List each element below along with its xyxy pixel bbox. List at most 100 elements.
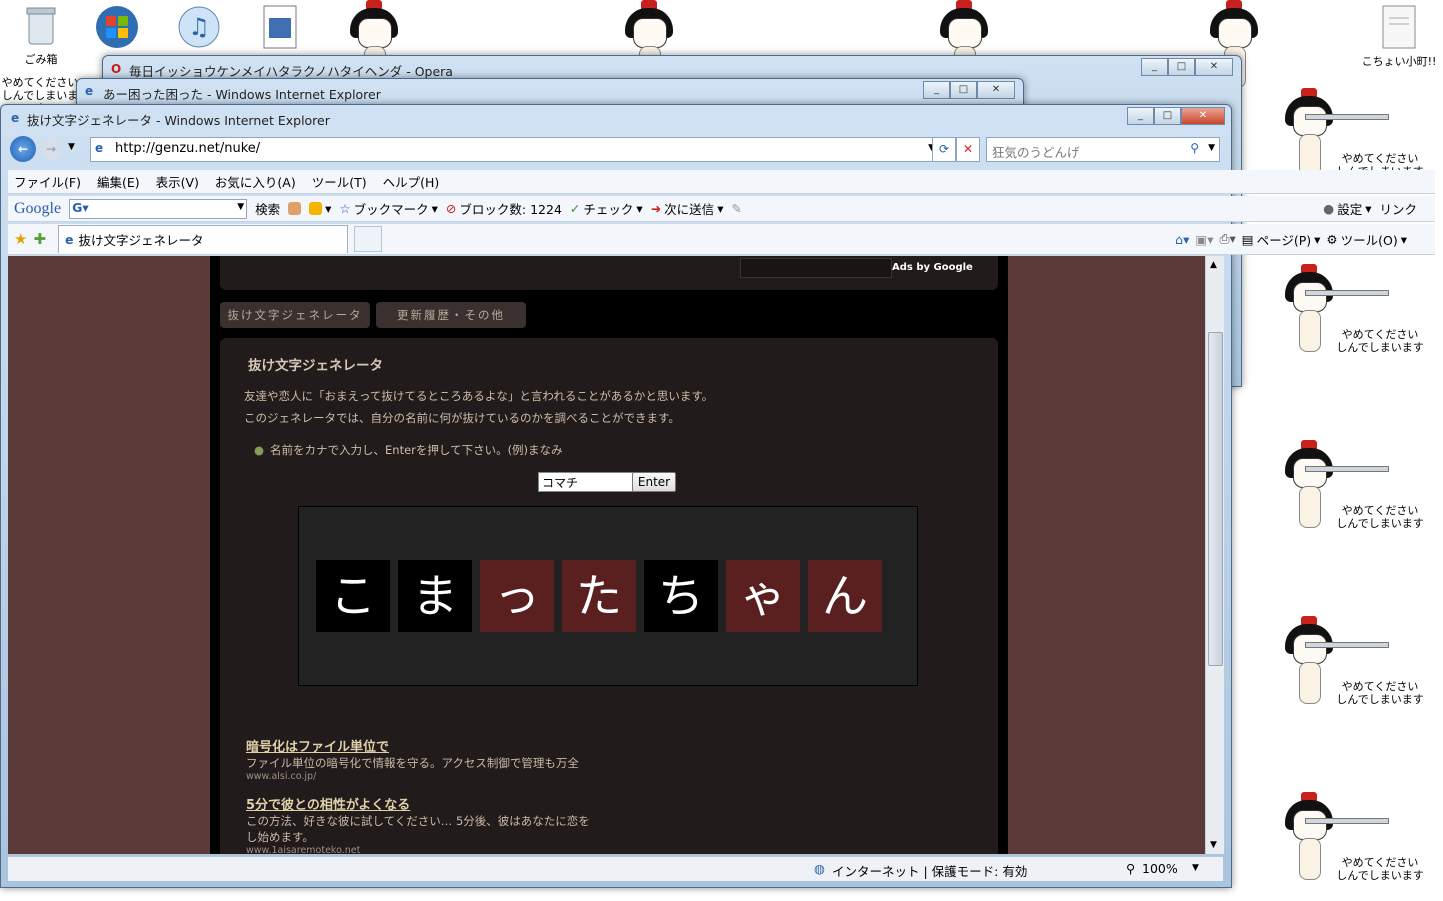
tab-label: 抜け文字ジェネレータ bbox=[78, 233, 204, 248]
menu-file[interactable]: ファイル(F) bbox=[14, 172, 81, 191]
search-box[interactable]: 狂気のうどんげ ⚲ ▼ bbox=[986, 137, 1220, 162]
chevron-down-icon[interactable]: ▼ bbox=[1192, 863, 1199, 873]
recycle-bin-icon[interactable]: ごみ箱 bbox=[14, 4, 68, 67]
close-button[interactable]: ✕ bbox=[977, 81, 1015, 99]
maximize-button[interactable]: □ bbox=[1154, 107, 1181, 125]
address-bar[interactable]: e http://genzu.net/nuke/ ▼ bbox=[90, 137, 940, 162]
new-tab-button[interactable] bbox=[354, 226, 383, 252]
name-input[interactable] bbox=[538, 472, 634, 492]
settings-button[interactable]: ● 設定 ▾ bbox=[1323, 199, 1371, 218]
send-label: 次に送信 bbox=[664, 202, 715, 217]
blocked-label: ブロック数: 1224 bbox=[459, 202, 562, 217]
scroll-thumb[interactable] bbox=[1208, 332, 1223, 666]
minimize-button[interactable]: _ bbox=[1127, 107, 1154, 125]
spellcheck-button[interactable]: ✓ チェック ▾ bbox=[570, 199, 643, 218]
refresh-button[interactable]: ⟳ bbox=[932, 137, 956, 162]
address-url: http://genzu.net/nuke/ bbox=[115, 141, 261, 156]
chevron-down-icon[interactable]: ▼ bbox=[68, 142, 75, 152]
google-apps-button[interactable]: ▾ bbox=[309, 201, 331, 216]
bookmark-button[interactable]: ☆ ブックマーク ▾ bbox=[339, 199, 438, 218]
menu-bar: ファイル(F) 編集(E) 表示(V) お気に入り(A) ツール(T) ヘルプ(… bbox=[8, 170, 1435, 194]
page-icon: e bbox=[95, 141, 104, 155]
security-zone: インターネット | 保護モード: 有効 bbox=[832, 864, 1028, 879]
ie-main-window-title: 抜け文字ジェネレータ - Windows Internet Explorer bbox=[27, 113, 330, 128]
maximize-button[interactable]: □ bbox=[1168, 58, 1195, 76]
forward-button[interactable]: → bbox=[40, 138, 62, 160]
close-button[interactable]: ✕ bbox=[1181, 107, 1225, 125]
nav-history[interactable]: 更新履歴・その他 bbox=[376, 302, 526, 328]
tools-menu-button[interactable]: ⚙ ツール(O) ▾ bbox=[1326, 230, 1407, 249]
links-button[interactable]: リンク bbox=[1379, 199, 1417, 218]
music-player-icon[interactable]: ♫ bbox=[176, 4, 222, 53]
popup-block-icon: ⊘ bbox=[445, 201, 457, 216]
ad-item[interactable]: 5分で彼との相性がよくなる この方法、好きな彼に試してください… 5分後、彼はあ… bbox=[246, 794, 590, 854]
stop-button[interactable]: ✕ bbox=[956, 137, 980, 162]
back-button[interactable]: ← bbox=[10, 136, 36, 162]
menu-tools[interactable]: ツール(T) bbox=[312, 172, 367, 191]
ads-by-google[interactable]: Ads by Google bbox=[892, 262, 973, 273]
scroll-up-arrow[interactable]: ▲ bbox=[1210, 260, 1217, 270]
minimize-button[interactable]: _ bbox=[1141, 58, 1168, 76]
menu-view[interactable]: 表示(V) bbox=[156, 172, 199, 191]
google-g-icon: G▾ bbox=[72, 199, 89, 215]
close-button[interactable]: ✕ bbox=[1195, 58, 1233, 76]
tab-current[interactable]: e 抜け文字ジェネレータ bbox=[58, 225, 349, 253]
minimize-button[interactable]: _ bbox=[923, 81, 950, 99]
menu-favorites[interactable]: お気に入り(A) bbox=[215, 172, 296, 191]
zoom-icon[interactable]: ⚲ bbox=[1126, 861, 1135, 876]
chevron-down-icon[interactable]: ▼ bbox=[1208, 143, 1215, 153]
text-file-icon[interactable]: こちょい小町!! bbox=[1360, 4, 1438, 69]
search-placeholder: 狂気のうどんげ bbox=[992, 145, 1080, 160]
highlight-button[interactable] bbox=[288, 202, 302, 215]
page-menu-button[interactable]: ▤ ページ(P) ▾ bbox=[1242, 230, 1321, 249]
search-icon[interactable]: ⚲ bbox=[1190, 141, 1199, 155]
scroll-down-arrow[interactable]: ▼ bbox=[1210, 840, 1217, 850]
home-icon[interactable]: ⌂▾ bbox=[1175, 232, 1189, 247]
wallpaper-caption: やめてくださいしんでしまいます bbox=[1336, 328, 1424, 354]
pen-icon[interactable]: ✎ bbox=[731, 201, 741, 216]
menu-help[interactable]: ヘルプ(H) bbox=[383, 172, 440, 191]
send-to-button[interactable]: ➜ 次に送信 ▾ bbox=[651, 199, 724, 218]
start-orb-icon[interactable] bbox=[94, 4, 140, 53]
result-tile: っ bbox=[480, 560, 554, 632]
blocked-count[interactable]: ⊘ ブロック数: 1224 bbox=[446, 199, 562, 218]
google-logo: Google bbox=[14, 199, 62, 217]
result-tile: ゃ bbox=[726, 560, 800, 632]
ie-back-window-title: あー困った困った - Windows Internet Explorer bbox=[103, 87, 381, 102]
google-toolbar: Google G▾ ▼ 検索 ▾ ☆ ブックマーク ▾ ⊘ ブロック数: 1224 ✓… bbox=[8, 196, 1435, 222]
address-row: ← → ▼ e http://genzu.net/nuke/ ▼ ⟳ ✕ 狂気の… bbox=[8, 134, 1223, 166]
zoom-level[interactable]: 100% bbox=[1142, 861, 1178, 876]
chevron-down-icon[interactable]: ▼ bbox=[237, 202, 244, 212]
wallpaper-caption: やめてくださいしんでしまいます bbox=[1336, 680, 1424, 706]
apps-icon bbox=[309, 202, 323, 215]
google-search-button[interactable]: 検索 bbox=[255, 199, 280, 218]
tools-menu-label: ツール(O) bbox=[1340, 232, 1398, 248]
wallpaper-caption: やめてくださいしんでしまいます bbox=[1336, 504, 1424, 530]
print-icon[interactable]: ⎙▾ bbox=[1219, 231, 1235, 247]
document-file-icon[interactable] bbox=[260, 4, 300, 53]
ad-url[interactable]: www.alsi.co.jp/ bbox=[246, 771, 579, 782]
instruction-item: ● 名前をカナで入力し、Enterを押して下さい。(例)まなみ bbox=[254, 442, 563, 458]
feed-icon[interactable]: ▣▾ bbox=[1195, 232, 1213, 247]
vertical-scrollbar[interactable]: ▲ ▼ bbox=[1205, 256, 1224, 854]
ads-search-box[interactable] bbox=[740, 258, 892, 278]
nav-generator[interactable]: 抜け文字ジェネレータ bbox=[220, 302, 370, 328]
favorites-star-icon[interactable]: ★ bbox=[14, 230, 27, 248]
tab-row: ★ ✚ e 抜け文字ジェネレータ ⌂▾ ▣▾ ⎙▾ ▤ ページ(P) ▾ ⚙ ツール(… bbox=[8, 224, 1435, 255]
maximize-button[interactable]: □ bbox=[950, 81, 977, 99]
ad-url[interactable]: www.1aisaremoteko.net bbox=[246, 845, 590, 854]
ad-title[interactable]: 暗号化はファイル単位で bbox=[246, 736, 579, 755]
add-favorite-icon[interactable]: ✚ bbox=[33, 230, 46, 248]
intro-line-2: このジェネレータでは、自分の名前に何が抜けているのかを調べることができます。 bbox=[244, 411, 680, 425]
ad-item[interactable]: 暗号化はファイル単位で ファイル単位の暗号化で情報を守る。アクセス制御で管理も万… bbox=[246, 736, 579, 782]
google-search-input[interactable]: G▾ ▼ bbox=[69, 198, 248, 219]
svg-text:♫: ♫ bbox=[188, 13, 210, 41]
gear-icon: ⚙ bbox=[1326, 231, 1338, 247]
text-file-label: こちょい小町!! bbox=[1361, 55, 1437, 68]
settings-icon: ● bbox=[1323, 201, 1335, 216]
ad-description: ファイル単位の暗号化で情報を守る。アクセス制御で管理も万全 bbox=[246, 756, 579, 770]
ad-title[interactable]: 5分で彼との相性がよくなる bbox=[246, 794, 590, 813]
result-tile: こ bbox=[316, 560, 390, 632]
menu-edit[interactable]: 編集(E) bbox=[97, 172, 140, 191]
enter-button[interactable]: Enter bbox=[632, 472, 676, 492]
